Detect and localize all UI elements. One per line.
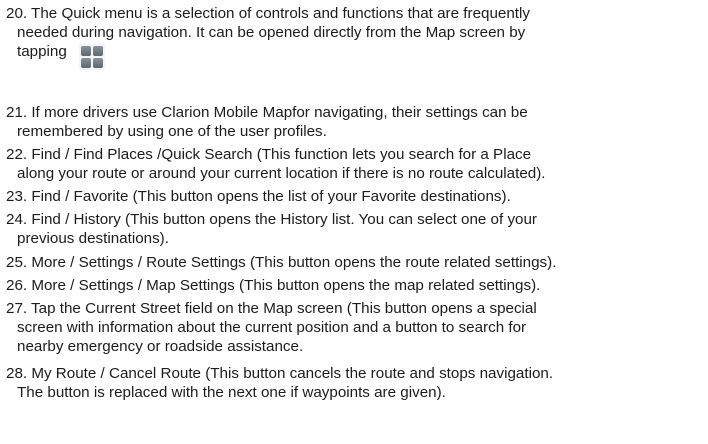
list-item-21-line-1: 21. If more drivers use Clarion Mobile M… (6, 104, 528, 121)
list-item-25: 25. More / Settings / Route Settings (Th… (6, 253, 706, 272)
list-item-20: 20. The Quick menu is a selection of con… (6, 4, 706, 70)
list-item-21: 21. If more drivers use Clarion Mobile M… (6, 103, 706, 141)
list-item-27: 27. Tap the Current Street field on the … (6, 299, 706, 356)
list-item-28-line-2: The button is replaced with the next one… (17, 384, 446, 401)
list-item-23: 23. Find / Favorite (This button opens t… (6, 187, 706, 206)
list-item-20-line-1: 20. The Quick menu is a selection of con… (6, 5, 530, 22)
list-item-24-line-2: previous destinations). (17, 230, 169, 247)
list-item-26: 26. More / Settings / Map Settings (This… (6, 276, 706, 295)
list-item-27-line-1: 27. Tap the Current Street field on the … (6, 300, 537, 317)
list-item-24-line-1: 24. Find / History (This button opens th… (6, 211, 537, 228)
list-item-27-line-3: nearby emergency or roadside assistance. (17, 338, 304, 355)
list-item-23-line-1: 23. Find / Favorite (This button opens t… (6, 188, 511, 205)
list-item-21-line-2: remembered by using one of the user prof… (17, 123, 327, 140)
list-item-24: 24. Find / History (This button opens th… (6, 210, 706, 248)
list-item-22-line-1: 22. Find / Find Places /Quick Search (Th… (6, 146, 532, 163)
quick-menu-icon (78, 44, 105, 70)
list-item-20-line-3: tapping (6, 42, 706, 70)
list-item-22: 22. Find / Find Places /Quick Search (Th… (6, 145, 706, 183)
list-item-22-line-2: along your route or around your current … (17, 165, 546, 182)
list-item-25-line-1: 25. More / Settings / Route Settings (Th… (6, 254, 557, 271)
list-item-20-line-3-text: tapping (17, 43, 67, 60)
list-item-26-line-1: 26. More / Settings / Map Settings (This… (6, 277, 541, 294)
list-item-27-line-2: screen with information about the curren… (17, 319, 527, 336)
list-item-28: 28. My Route / Cancel Route (This button… (6, 364, 706, 402)
list-item-20-line-2: needed during navigation. It can be open… (17, 24, 526, 41)
list-item-28-line-1: 28. My Route / Cancel Route (This button… (6, 365, 554, 382)
